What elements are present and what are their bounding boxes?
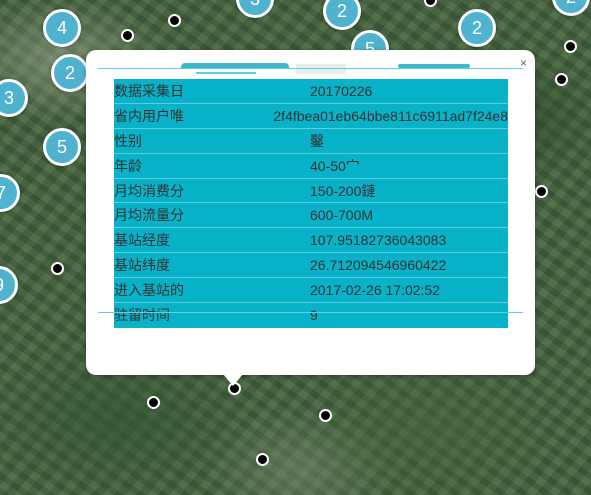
cluster-marker[interactable]: 3 [0, 79, 28, 117]
map-point-marker[interactable] [535, 185, 548, 198]
row-value: 600-700M [310, 207, 374, 224]
table-row: 基站经度 107.95182736043083 [114, 228, 508, 254]
row-key: 月均流量分 [114, 207, 184, 224]
row-key: 省内用户唯 [114, 107, 184, 124]
cluster-marker[interactable]: 2 [458, 9, 496, 47]
row-key: 数据采集日 [114, 82, 184, 99]
table-row: 数据采集日 20170226 [114, 79, 508, 104]
info-popup: × 数据采集日 20170226 省内用户唯 2f4fbea01eb64bbe811… [86, 50, 535, 375]
map-point-marker[interactable] [168, 14, 181, 27]
map-point-marker[interactable] [555, 73, 568, 86]
popup-pointer [223, 374, 243, 386]
row-key: 年龄 [114, 157, 142, 174]
map-point-marker[interactable] [121, 29, 134, 42]
cluster-marker[interactable]: 2 [51, 54, 89, 92]
cluster-marker[interactable]: 2 [323, 0, 361, 30]
row-value: 9 [310, 307, 318, 324]
row-key: 基站纬度 [114, 257, 170, 274]
row-value: 26.712094546960422 [310, 257, 447, 274]
row-key: 月均消费分 [114, 182, 184, 199]
map-point-marker[interactable] [256, 453, 269, 466]
cluster-marker[interactable]: 5 [43, 128, 81, 166]
table-row: 进入基站的 2017-02-26 17:02:52 [114, 278, 508, 304]
map-point-marker[interactable] [564, 40, 577, 53]
info-table: 数据采集日 20170226 省内用户唯 2f4fbea01eb64bbe811c6… [114, 79, 508, 328]
table-row: 省内用户唯 2f4fbea01eb64bbe811c6911ad7f24e8 [114, 104, 508, 129]
table-row: 基站纬度 26.712094546960422 [114, 253, 508, 279]
cluster-marker[interactable]: 3 [236, 0, 274, 18]
popup-divider-bottom [98, 312, 523, 313]
map-point-marker[interactable] [51, 262, 64, 275]
table-row: 月均消费分 150-200鏈 [114, 179, 508, 204]
row-value: 150-200鏈 [310, 182, 376, 199]
row-key: 进入基站的 [114, 282, 184, 299]
row-value: 鑿 [310, 132, 324, 149]
table-row: 月均流量分 600-700M [114, 203, 508, 229]
row-value: 107.95182736043083 [310, 232, 447, 249]
close-icon[interactable]: × [520, 56, 527, 70]
row-key: 性别 [114, 132, 142, 149]
cluster-marker[interactable]: 9 [0, 266, 18, 304]
popup-tab-underline [196, 72, 256, 74]
table-row: 驻留时间 9 [114, 303, 508, 328]
cluster-marker[interactable]: 7 [0, 174, 20, 212]
row-key: 基站经度 [114, 232, 170, 249]
row-value: 20170226 [310, 82, 373, 99]
row-value: 2f4fbea01eb64bbe811c6911ad7f24e8 [273, 107, 508, 124]
popup-divider-top [98, 68, 523, 69]
map-point-marker[interactable] [424, 0, 437, 7]
cluster-marker[interactable]: 2 [552, 0, 590, 16]
row-value: 40-50宀 [310, 157, 360, 174]
popup-tab-indicator [296, 64, 346, 74]
table-row: 性别 鑿 [114, 129, 508, 154]
map-point-marker[interactable] [319, 409, 332, 422]
map-point-marker[interactable] [147, 396, 160, 409]
table-row: 年龄 40-50宀 [114, 154, 508, 179]
row-value: 2017-02-26 17:02:52 [310, 282, 440, 299]
row-key: 驻留时间 [114, 307, 170, 324]
cluster-marker[interactable]: 4 [43, 9, 81, 47]
